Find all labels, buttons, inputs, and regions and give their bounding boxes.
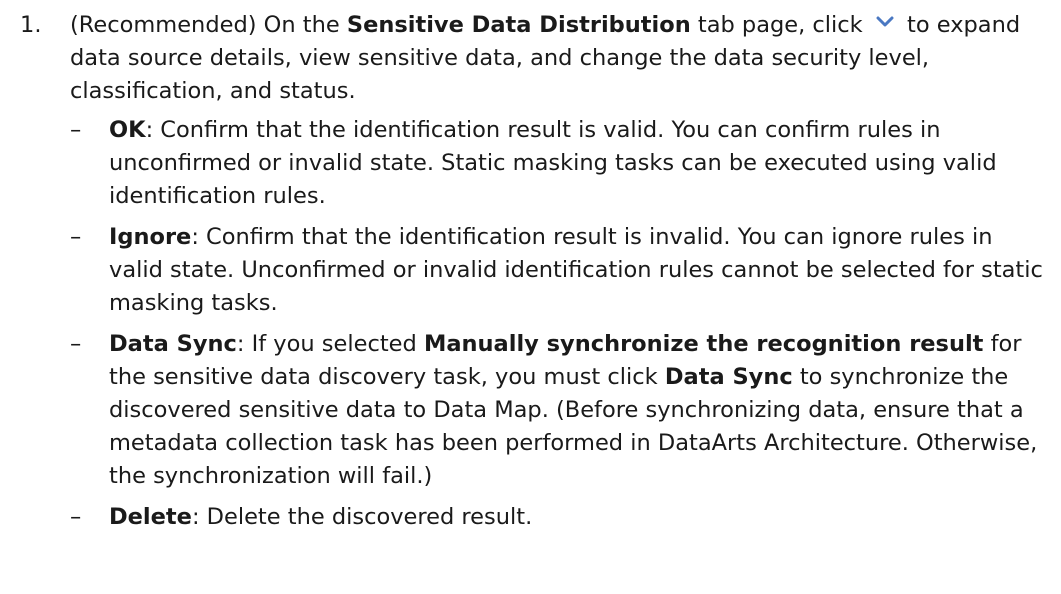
list-item-data-sync: – Data Sync: If you selected Manually sy… — [70, 328, 1045, 493]
dash-bullet: – — [70, 504, 82, 530]
list-item-ok: – OK: Confirm that the identification re… — [70, 114, 1045, 213]
tab-name: Sensitive Data Distribution — [346, 12, 691, 38]
step-number: 1. — [20, 12, 42, 38]
step-text-part: (Recommended) On the — [70, 12, 347, 38]
step-1: 1. (Recommended) On the Sensitive Data D… — [0, 9, 1045, 534]
desc-ignore: : Confirm that the identification result… — [109, 224, 1043, 316]
step-text: (Recommended) On the Sensitive Data Dist… — [70, 9, 1045, 108]
chevron-down-icon — [876, 16, 894, 27]
dash-bullet: – — [70, 117, 82, 143]
desc-data-sync-part: : If you selected — [236, 331, 424, 357]
list-item-delete: – Delete: Delete the discovered result. — [70, 501, 1045, 534]
desc-ok: : Confirm that the identification result… — [109, 117, 997, 209]
term-delete: Delete — [109, 504, 192, 530]
term-data-sync: Data Sync — [109, 331, 237, 357]
dash-bullet: – — [70, 331, 82, 357]
step-text-part: tab page, click — [690, 12, 870, 38]
list-item-ignore: – Ignore: Confirm that the identificatio… — [70, 221, 1045, 320]
option-manual-sync: Manually synchronize the recognition res… — [423, 331, 984, 357]
term-ignore: Ignore — [109, 224, 192, 250]
desc-delete: : Delete the discovered result. — [191, 504, 533, 530]
data-sync-button-ref: Data Sync — [664, 364, 793, 390]
term-ok: OK — [109, 117, 146, 143]
dash-bullet: – — [70, 224, 82, 250]
sub-list: – OK: Confirm that the identification re… — [70, 114, 1045, 534]
